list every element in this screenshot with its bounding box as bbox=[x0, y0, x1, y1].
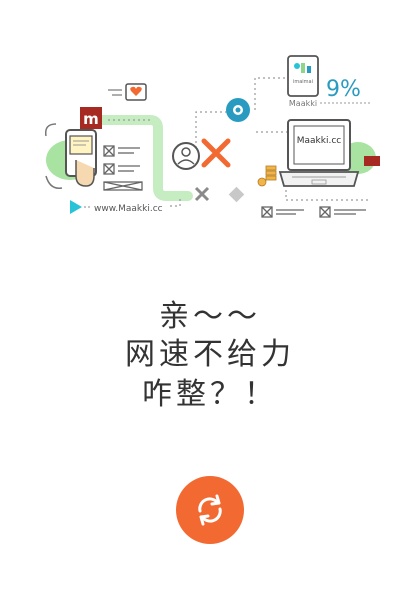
small-x-icon bbox=[194, 186, 210, 202]
refresh-icon bbox=[198, 494, 222, 526]
diamond-icon bbox=[228, 186, 245, 203]
gear-icon bbox=[226, 98, 250, 122]
network-error-illustration: m www.Maakki.cc imaimai Maakki 9% Maakki… bbox=[44, 55, 380, 218]
laptop-icon: Maakki.cc bbox=[278, 119, 360, 187]
sync-arrow-icon bbox=[44, 123, 57, 137]
message-line-3: 咋整？！ bbox=[142, 377, 278, 412]
svg-text:Maakki.cc: Maakki.cc bbox=[297, 136, 342, 146]
message-line-2: 网速不给力 bbox=[125, 337, 295, 372]
error-x-icon bbox=[201, 138, 231, 168]
svg-text:imaimai: imaimai bbox=[293, 79, 313, 85]
refresh-button[interactable] bbox=[176, 476, 244, 544]
message-line-1: 亲～～ bbox=[159, 299, 261, 334]
svg-text:m: m bbox=[83, 110, 99, 128]
maakki-logo-icon: m bbox=[80, 107, 102, 129]
user-avatar-icon bbox=[172, 142, 200, 170]
site-url-label: www.Maakki.cc bbox=[94, 204, 163, 214]
checkbox-list-icon bbox=[103, 145, 143, 191]
heart-message-icon bbox=[108, 83, 147, 101]
tablet-caption: Maakki bbox=[289, 99, 317, 108]
percent-label: 9% bbox=[326, 77, 361, 102]
checkbox-row-icons bbox=[261, 206, 366, 218]
coins-icon bbox=[257, 165, 277, 187]
play-icon bbox=[70, 200, 82, 214]
maakki-tag-icon bbox=[364, 156, 380, 166]
tablet-icon: imaimai bbox=[287, 55, 319, 97]
